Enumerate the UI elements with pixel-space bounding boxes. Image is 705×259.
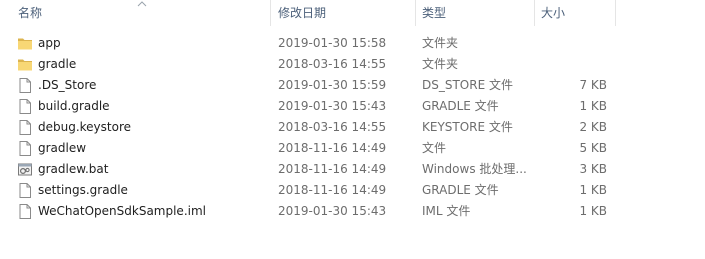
- file-row[interactable]: gradle 2018-03-16 14:55 文件夹: [0, 54, 705, 75]
- file-size: 1 KB: [579, 204, 607, 218]
- file-size: [541, 54, 607, 75]
- file-size: 1 KB: [579, 183, 607, 197]
- file-row[interactable]: WeChatOpenSdkSample.iml 2019-01-30 15:43 I…: [0, 201, 705, 222]
- file-size: 3 KB: [579, 162, 607, 176]
- file-icon: [17, 98, 33, 115]
- file-type: GRADLE 文件: [422, 99, 499, 113]
- file-name: gradlew: [38, 141, 87, 155]
- file-size: 2 KB: [579, 120, 607, 134]
- column-divider[interactable]: [270, 0, 271, 26]
- column-divider[interactable]: [615, 0, 616, 26]
- folder-icon: [17, 35, 33, 52]
- file-date: 2019-01-30 15:43: [278, 204, 387, 218]
- file-row[interactable]: gradlew 2018-11-16 14:49 文件 5 KB: [0, 138, 705, 159]
- file-type: IML 文件: [422, 204, 471, 218]
- batch-file-icon: [17, 161, 33, 178]
- file-size: 1 KB: [579, 99, 607, 113]
- file-date: 2019-01-30 15:59: [278, 78, 387, 92]
- file-size: [541, 33, 607, 54]
- file-size: 7 KB: [579, 78, 607, 92]
- file-size: 5 KB: [579, 141, 607, 155]
- column-header-type[interactable]: 类型: [416, 0, 534, 26]
- file-type: KEYSTORE 文件: [422, 120, 513, 134]
- file-date: 2018-03-16 14:55: [278, 120, 387, 134]
- file-name: app: [38, 36, 61, 50]
- file-name: .DS_Store: [38, 78, 97, 92]
- file-date: 2019-01-30 15:58: [278, 36, 387, 50]
- column-header-size[interactable]: 大小: [535, 0, 615, 26]
- file-row[interactable]: gradlew.bat 2018-11-16 14:49 Windows 批处理..…: [0, 159, 705, 180]
- column-header-name[interactable]: 名称: [12, 0, 270, 26]
- file-icon: [17, 182, 33, 199]
- file-date: 2019-01-30 15:43: [278, 99, 387, 113]
- file-date: 2018-11-16 14:49: [278, 162, 387, 176]
- file-date: 2018-11-16 14:49: [278, 183, 387, 197]
- file-name: debug.keystore: [38, 120, 132, 134]
- file-name: gradle: [38, 57, 77, 71]
- column-header-bar: 名称 修改日期 类型 大小: [0, 0, 705, 26]
- file-type: GRADLE 文件: [422, 183, 499, 197]
- column-header-date[interactable]: 修改日期: [272, 0, 414, 26]
- file-row[interactable]: app 2019-01-30 15:58 文件夹: [0, 33, 705, 54]
- file-name: build.gradle: [38, 99, 110, 113]
- file-row[interactable]: .DS_Store 2019-01-30 15:59 DS_STORE 文件 7 KB: [0, 75, 705, 96]
- file-type: 文件夹: [422, 36, 459, 50]
- file-type: DS_STORE 文件: [422, 78, 513, 92]
- file-name: gradlew.bat: [38, 162, 109, 176]
- file-type: 文件夹: [422, 57, 459, 71]
- file-name: settings.gradle: [38, 183, 128, 197]
- file-row[interactable]: settings.gradle 2018-11-16 14:49 GRADLE 文件…: [0, 180, 705, 201]
- file-row[interactable]: debug.keystore 2018-03-16 14:55 KEYSTORE 文…: [0, 117, 705, 138]
- file-date: 2018-11-16 14:49: [278, 141, 387, 155]
- file-date: 2018-03-16 14:55: [278, 57, 387, 71]
- folder-icon: [17, 56, 33, 73]
- file-type: 文件: [422, 141, 447, 155]
- file-icon: [17, 119, 33, 136]
- file-row[interactable]: build.gradle 2019-01-30 15:43 GRADLE 文件 1 K…: [0, 96, 705, 117]
- file-name: WeChatOpenSdkSample.iml: [38, 204, 206, 218]
- file-icon: [17, 140, 33, 157]
- file-icon: [17, 77, 33, 94]
- file-type: Windows 批处理...: [422, 162, 527, 176]
- file-icon: [17, 203, 33, 220]
